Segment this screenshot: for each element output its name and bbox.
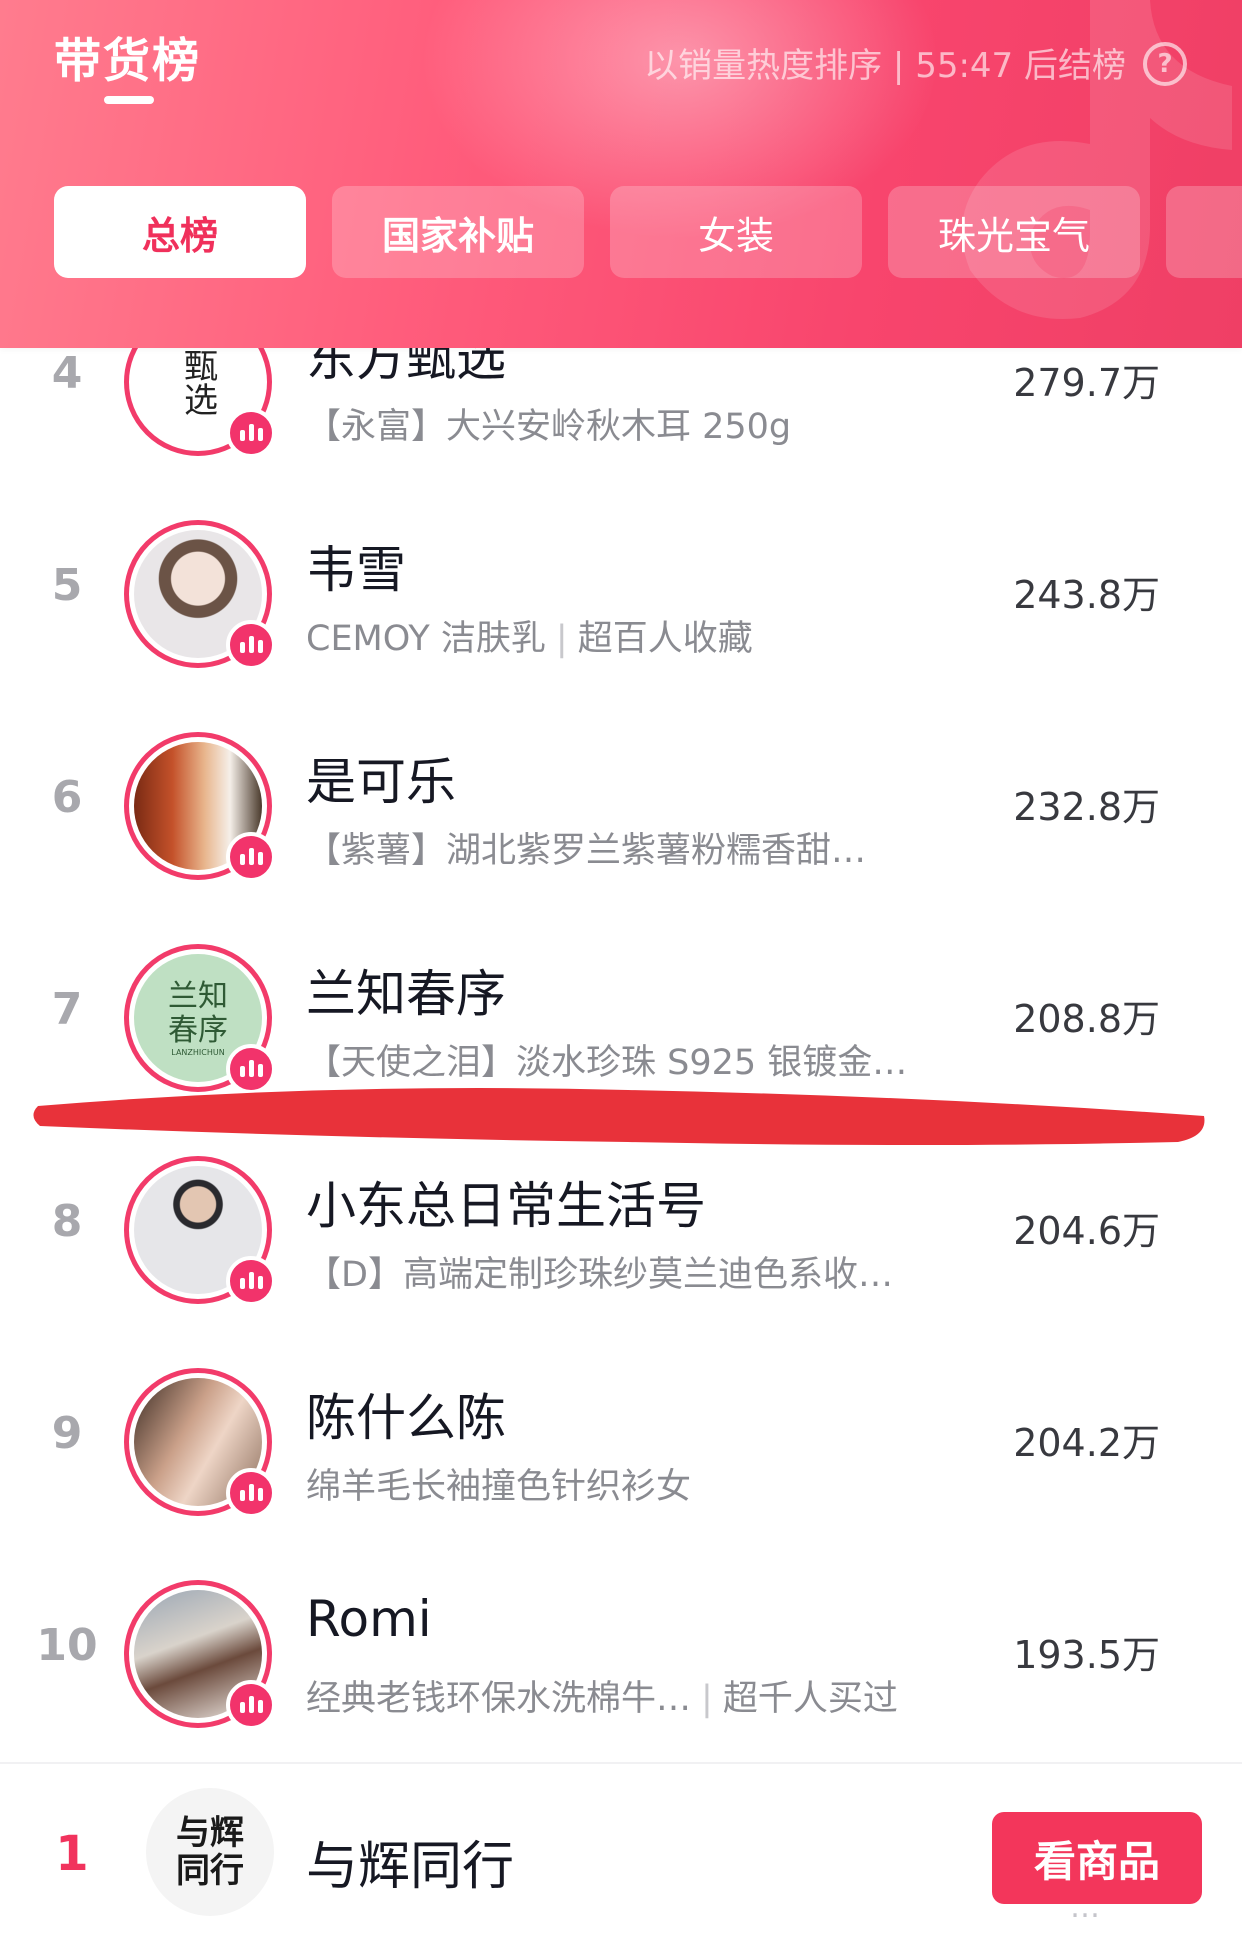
streamer-name[interactable]: 是可乐: [306, 742, 456, 814]
product-title: 【永富】大兴安岭秋木耳 250g: [306, 407, 792, 447]
streamer-name[interactable]: 陈什么陈: [306, 1378, 506, 1450]
product-tag: 超千人买过: [722, 1679, 898, 1719]
watermark: …: [1070, 1890, 1100, 1925]
avatar-logo-text: 兰知春序: [168, 978, 228, 1048]
streamer-name[interactable]: 小东总日常生活号: [306, 1166, 706, 1238]
ranking-info: 以销量热度排序 | 55:47 后结榜: [644, 46, 1126, 86]
list-item[interactable]: 9 陈什么陈 绵羊毛长袖撞色针织衫女 204.2万: [0, 1330, 1242, 1542]
sales-heat: 232.8万: [1013, 785, 1160, 829]
product-title: CEMOY 洁肤乳 | 超百人收藏: [306, 619, 753, 659]
sales-heat: 204.6万: [1013, 1209, 1160, 1253]
bottom-rank-number: 1: [55, 1826, 89, 1882]
page-title: 带货榜: [54, 34, 201, 89]
live-indicator-icon: [226, 1680, 276, 1730]
title-underline: [104, 96, 154, 104]
rank-number: 9: [51, 1408, 83, 1459]
live-indicator-icon: [226, 620, 276, 670]
streamer-name[interactable]: 兰知春序: [306, 954, 506, 1026]
rank-number: 7: [51, 984, 83, 1035]
list-item[interactable]: 10 Romi 经典老钱环保水洗棉牛… | 超千人买过 193.5万: [0, 1542, 1242, 1754]
sales-heat: 193.5万: [1013, 1633, 1160, 1677]
sales-heat: 279.7万: [1013, 361, 1160, 405]
tab-womens-clothing[interactable]: 女装: [610, 186, 862, 278]
sales-heat: 208.8万: [1013, 997, 1160, 1041]
tab-national-subsidy[interactable]: 国家补贴: [332, 186, 584, 278]
avatar-logo-text: 甄选: [177, 348, 218, 416]
product-title: 【D】高端定制珍珠纱莫兰迪色系收…: [306, 1255, 893, 1295]
bottom-streamer-name[interactable]: 与辉同行: [306, 1824, 514, 1899]
list-item[interactable]: 6 是可乐 【紫薯】湖北紫罗兰紫薯粉糯香甜… 232.8万: [0, 694, 1242, 906]
product-title: 经典老钱环保水洗棉牛… | 超千人买过: [306, 1679, 898, 1719]
live-indicator-icon: [226, 1256, 276, 1306]
product-title: 【紫薯】湖北紫罗兰紫薯粉糯香甜…: [306, 831, 867, 871]
red-marker-annotation: [33, 1088, 1205, 1145]
live-indicator-icon: [226, 832, 276, 882]
rank-number: 4: [51, 348, 83, 399]
live-indicator-icon: [226, 408, 276, 458]
tab-overall[interactable]: 总榜: [54, 186, 306, 278]
avatar-logo-subtext: LANZHICHUN: [171, 1047, 225, 1057]
avatar-logo-text: 与辉同行: [176, 1813, 244, 1891]
tab-more[interactable]: [1166, 186, 1242, 278]
live-indicator-icon: [226, 1468, 276, 1518]
sales-heat: 243.8万: [1013, 573, 1160, 617]
rank-number: 10: [36, 1620, 98, 1671]
ranking-header: 带货榜 以销量热度排序 | 55:47 后结榜 ? 总榜 国家补贴 女装 珠光宝…: [0, 0, 1242, 348]
streamer-name[interactable]: Romi: [306, 1590, 432, 1648]
tab-jewelry[interactable]: 珠光宝气: [888, 186, 1140, 278]
streamer-name[interactable]: 韦雪: [306, 530, 406, 602]
rank-number: 5: [51, 560, 83, 611]
help-icon[interactable]: ?: [1143, 42, 1187, 86]
product-tag: 超百人收藏: [577, 619, 753, 659]
list-item[interactable]: 5 韦雪 CEMOY 洁肤乳 | 超百人收藏 243.8万: [0, 482, 1242, 694]
my-followed-rank-bar[interactable]: 1 与辉同行 与辉同行 看商品: [0, 1762, 1242, 1945]
rank-number: 6: [51, 772, 83, 823]
sales-heat: 204.2万: [1013, 1421, 1160, 1465]
product-title: 绵羊毛长袖撞色针织衫女: [306, 1467, 692, 1507]
rank-number: 8: [51, 1196, 83, 1247]
bottom-avatar[interactable]: 与辉同行: [146, 1788, 274, 1916]
